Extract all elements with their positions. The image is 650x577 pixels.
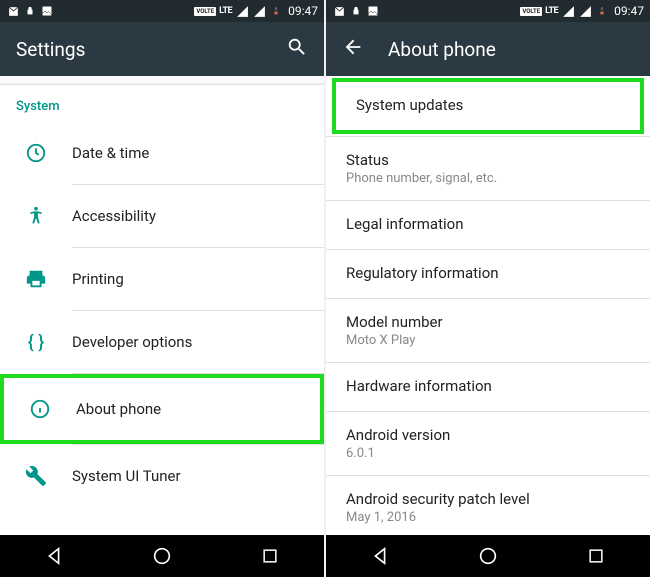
back-button[interactable] (19, 535, 89, 577)
volte-badge: VOLTE (520, 7, 542, 16)
signal-icon (561, 4, 575, 18)
highlight-system-updates: System updates (332, 78, 644, 134)
recents-button[interactable] (235, 535, 305, 577)
settings-screen: VOLTE LTE 09:47 Settings System Date & t… (0, 0, 324, 577)
image-icon (40, 4, 54, 18)
braces-icon: { } (0, 332, 72, 353)
item-regulatory-info[interactable]: Regulatory information (326, 250, 650, 298)
signal-icon-2 (252, 4, 266, 18)
volte-badge: VOLTE (194, 7, 216, 16)
app-bar: Settings (0, 22, 324, 76)
settings-list: System Date & time Accessibility Printin… (0, 76, 324, 535)
navigation-bar (326, 535, 650, 577)
gmail-icon (332, 4, 346, 18)
item-status[interactable]: Status Phone number, signal, etc. (326, 137, 650, 200)
accessibility-icon (0, 205, 72, 227)
clock-icon (0, 142, 72, 164)
recents-button[interactable] (561, 535, 631, 577)
home-button[interactable] (127, 535, 197, 577)
about-list: System updates Status Phone number, sign… (326, 76, 650, 535)
status-bar: VOLTE LTE 09:47 (326, 0, 650, 22)
about-phone-screen: VOLTE LTE 09:47 About phone System updat… (326, 0, 650, 577)
item-developer-options[interactable]: { } Developer options (0, 311, 324, 373)
clock-text: 09:47 (614, 4, 644, 18)
gmail-icon (6, 4, 20, 18)
print-icon (0, 268, 72, 290)
network-type: LTE (219, 6, 232, 16)
network-type: LTE (545, 6, 558, 16)
item-date-time[interactable]: Date & time (0, 122, 324, 184)
navigation-bar (0, 535, 324, 577)
back-button[interactable] (345, 535, 415, 577)
wrench-icon (0, 465, 72, 487)
page-title: Settings (16, 38, 262, 61)
item-android-version[interactable]: Android version 6.0.1 (326, 412, 650, 475)
lock-icon (23, 4, 37, 18)
signal-icon (235, 4, 249, 18)
highlight-about-phone: About phone (0, 374, 324, 444)
item-legal-info[interactable]: Legal information (326, 201, 650, 249)
image-icon (366, 4, 380, 18)
item-system-updates[interactable]: System updates (336, 82, 640, 130)
search-icon[interactable] (286, 36, 308, 62)
item-system-ui-tuner[interactable]: System UI Tuner (0, 445, 324, 507)
battery-icon (269, 4, 283, 18)
signal-icon-2 (578, 4, 592, 18)
lock-icon (349, 4, 363, 18)
item-accessibility[interactable]: Accessibility (0, 185, 324, 247)
page-title: About phone (388, 38, 634, 61)
item-hardware-info[interactable]: Hardware information (326, 363, 650, 411)
item-security-patch[interactable]: Android security patch level May 1, 2016 (326, 476, 650, 535)
info-icon (4, 398, 76, 420)
status-bar: VOLTE LTE 09:47 (0, 0, 324, 22)
app-bar: About phone (326, 22, 650, 76)
item-model-number[interactable]: Model number Moto X Play (326, 299, 650, 362)
item-about-phone[interactable]: About phone (4, 378, 320, 440)
clock-text: 09:47 (288, 4, 318, 18)
home-button[interactable] (453, 535, 523, 577)
section-system: System (0, 84, 324, 122)
battery-icon (595, 4, 609, 18)
back-arrow-icon[interactable] (342, 36, 364, 62)
item-printing[interactable]: Printing (0, 248, 324, 310)
